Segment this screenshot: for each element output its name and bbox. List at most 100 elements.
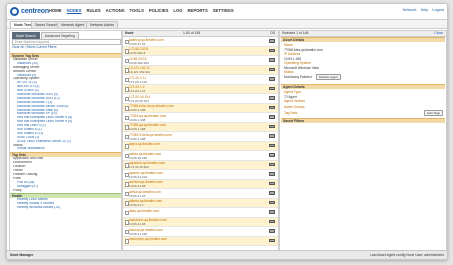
status-label: Status — [284, 70, 294, 74]
node-row[interactable]: 172.20.1.11 172.20.1.110 — [123, 75, 278, 85]
node-row[interactable]: aquabird.qa.ibeatlm.com 172.30.40.203 — [123, 160, 278, 170]
node-row[interactable]: admin.qa.ibeatlm.com 10.66.20.228 — [123, 151, 278, 161]
system-item[interactable]: Virtual Workstation — [10, 147, 121, 151]
disable-agent-button[interactable]: Disable Agent — [316, 74, 342, 80]
os-icon — [269, 58, 275, 62]
node-name[interactable]: atlas.qa.ibeatlm.com — [129, 209, 159, 213]
app-window: centreon HOME NODES RULES ACTIONS TOOLS … — [6, 3, 448, 260]
node-row[interactable]: 172.66.202.8 10.66.202.8 — [123, 46, 278, 56]
node-row[interactable]: 77059-9-beta.qa.ibeatlm.com 10.69.1.188 — [123, 132, 278, 142]
node-ip: 10.66.20.228 — [129, 155, 148, 160]
node-row[interactable]: apache.qa.ibeatlm.com 10.66.41.104 — [123, 170, 278, 180]
node-list-panel: Node 1-50 of 148 OS jadeboy.qa.ibeatlm.c… — [122, 30, 279, 251]
logo-icon — [10, 6, 19, 16]
node-row[interactable]: backup.qa.ibeatlm.com 10.66.41.218 — [123, 227, 278, 237]
node-row[interactable]: 77068-beta-dvrzp.ibeatlm.com 10.69.1.188 — [123, 103, 278, 113]
os-icon — [269, 86, 275, 90]
nav-rules[interactable]: RULES — [86, 8, 100, 13]
os-icon — [269, 172, 275, 176]
node-row[interactable]: arthur.qa.ibeatlm.com 10.66.41.93 — [123, 189, 278, 199]
node-row[interactable]: 172.20.40.104 172.20.40.104 — [123, 94, 278, 104]
os-icon — [269, 105, 275, 109]
node-ip: 172.20.1.21 — [129, 89, 146, 93]
node-ip: 10.69.1.188 — [129, 108, 146, 112]
edit-tags-button[interactable]: Edit Tags — [424, 110, 443, 116]
close-link[interactable]: Close — [434, 31, 443, 36]
os-icon — [269, 181, 275, 185]
asset-details-header[interactable]: Asset Details — [281, 37, 445, 42]
node-row[interactable]: 172.20.1.2 172.20.1.21 — [123, 84, 278, 94]
node-ip: 10.66.41.104 — [129, 174, 148, 179]
node-row[interactable]: 77094-qa.qa.ibeatlm.com 10.69.1.188 — [123, 113, 278, 123]
os-icon — [269, 67, 275, 71]
top-bar: centreon HOME NODES RULES ACTIONS TOOLS … — [7, 4, 447, 20]
os-icon — [269, 124, 275, 128]
tag-set-list: Application and Role Environment Location O… — [10, 157, 121, 192]
top-links: Network Help Logout — [399, 8, 444, 12]
agent-type-value: T2 Agent — [284, 94, 297, 99]
tab-network-agent[interactable]: Network Agent — [57, 21, 89, 28]
node-ip: 10.121.152.111 — [129, 70, 151, 74]
name-value: 77068-beta-qa.ibeatlm.com — [284, 47, 323, 52]
node-row[interactable]: 77066-qa.qa.ibeatlm.com 10.69.1.188 — [123, 122, 278, 132]
node-row[interactable]: 10.121.152.11 10.121.152.111 — [123, 65, 278, 75]
name-label: Name — [284, 43, 294, 47]
status-bar: Node Manager Last Asset Agent config Non… — [7, 250, 447, 259]
clear-filters-link[interactable]: Clear All / Select Current Filters — [12, 45, 56, 49]
nav-policies[interactable]: POLICIES — [149, 8, 169, 13]
nav-log[interactable]: LOG — [173, 8, 182, 13]
network-link[interactable]: Network — [403, 8, 417, 12]
os-icon — [269, 191, 275, 195]
nav-actions[interactable]: ACTIONS — [106, 8, 125, 13]
node-ip: 10.66.202.204 — [129, 60, 149, 65]
status-right: Last Asset Agent config None User: admin… — [370, 253, 444, 257]
brand-logo[interactable]: centreon — [10, 6, 49, 16]
node-row[interactable]: jadeboy.qa.ibeatlm.com 10.66.41.36 — [123, 37, 278, 47]
filter-panel: Node Search Advanced Targeting Enter Mac… — [9, 30, 122, 251]
node-row[interactable]: archsvr.qa.ibeatlm.com 10.66.41.88 — [123, 179, 278, 189]
tab-network-admin[interactable]: Network Admin — [86, 21, 119, 28]
nav-reports[interactable]: REPORTS — [188, 8, 208, 13]
system-tag-list: Database Server Instances (10) Messaging S… — [10, 58, 121, 151]
agent-details-header[interactable]: Agent Details — [281, 84, 445, 89]
node-name[interactable]: alpha.qa.ibeatlm.com — [129, 142, 160, 146]
os-icon — [269, 210, 275, 214]
os-icon — [269, 162, 275, 166]
node-row[interactable]: backupsvr.qa.ibeatlm.com — [123, 236, 278, 246]
nav-tools[interactable]: TOOLS — [130, 8, 144, 13]
logout-link[interactable]: Logout — [432, 8, 444, 12]
col-os-header[interactable]: OS — [270, 31, 275, 36]
nav-nodes[interactable]: NODES — [67, 8, 82, 13]
nav-settings[interactable]: SETTINGS — [213, 8, 234, 13]
saved-filters-header[interactable]: Saved Filters — [281, 118, 445, 123]
node-row[interactable]: alpha.qa.ibeatlm.com — [123, 141, 278, 151]
pagination-label: 1-50 of 148 — [183, 31, 201, 35]
os-icon — [269, 134, 275, 138]
os-icon — [269, 238, 275, 242]
os-icon — [269, 200, 275, 204]
node-ip: 172.20.1.110 — [129, 79, 147, 84]
node-row[interactable]: atlanta.qa.ibeatlm.com 10.66.41.2 — [123, 198, 278, 208]
node-ip: 10.66.41.93 — [129, 222, 146, 226]
help-link[interactable]: Help — [421, 8, 429, 12]
nav-home[interactable]: HOME — [49, 8, 62, 13]
col-node-header[interactable]: Node — [125, 31, 133, 36]
node-row[interactable]: atlas.qa.ibeatlm.com — [123, 208, 278, 218]
tag-item[interactable]: Policy — [10, 189, 121, 193]
node-ip: 10.66.41.93 — [129, 193, 146, 198]
os-value: Microsoft Windows Vista — [284, 65, 319, 70]
node-ip: 10.69.1.188 — [129, 127, 146, 131]
node-row[interactable]: 10.66.202.8 10.66.202.204 — [123, 56, 278, 66]
node-ip: 10.66.41.88 — [129, 184, 146, 188]
node-ip: 172.20.40.104 — [129, 98, 149, 103]
os-icon — [269, 229, 275, 233]
sub-nav: Node Tree Saved Search Network Agent Net… — [7, 20, 447, 29]
node-row[interactable]: backbone.qa.ibeatlm.com 10.66.41.93 — [123, 217, 278, 227]
agent-type-label: Agent Type — [284, 90, 302, 94]
os-label: Operating System — [284, 61, 312, 65]
health-list: Healthy Linux Assets Healthy Solaris 9 Se… — [10, 198, 121, 210]
node-name[interactable]: backupsvr.qa.ibeatlm.com — [129, 237, 167, 241]
node-ip: 10.69.1.188 — [129, 117, 146, 122]
agent-version-label: Agent Version — [284, 99, 306, 103]
health-item[interactable]: Healthy Windows Assets (14) — [10, 206, 121, 210]
